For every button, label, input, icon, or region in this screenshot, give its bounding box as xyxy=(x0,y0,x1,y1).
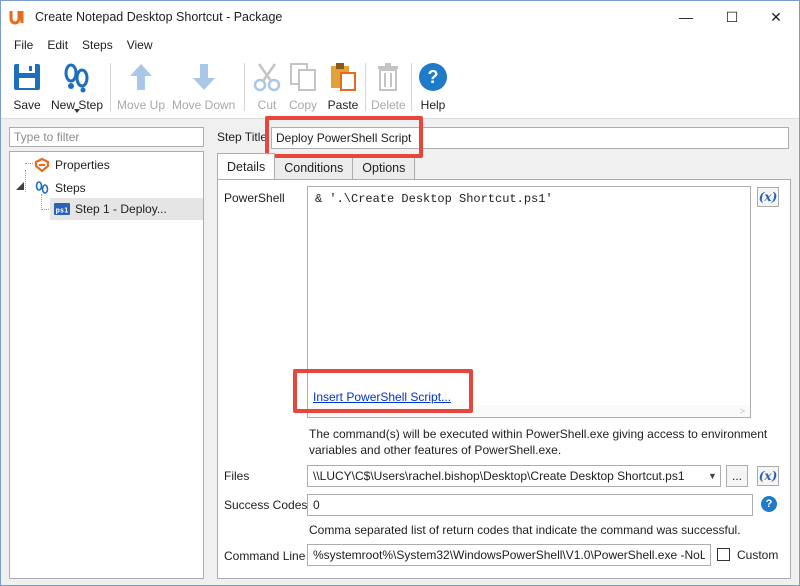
move-down-button[interactable]: Move Down xyxy=(172,61,235,117)
footprints-icon xyxy=(35,181,49,194)
delete-button[interactable]: Delete xyxy=(371,61,406,117)
command-line-input[interactable] xyxy=(307,544,711,566)
custom-label: Custom xyxy=(737,548,779,562)
new-step-dropdown-arrow-icon[interactable] xyxy=(74,109,80,113)
files-variable-button[interactable]: (x) xyxy=(757,466,779,486)
save-label: Save xyxy=(13,98,41,112)
arrow-down-icon xyxy=(192,64,215,90)
save-button[interactable]: Save xyxy=(11,61,43,117)
svg-text:?: ? xyxy=(428,67,439,87)
help-icon: ? xyxy=(419,63,447,91)
tree-item-step-1[interactable]: ps1 Step 1 - Deploy... xyxy=(54,199,167,219)
menu-file[interactable]: File xyxy=(7,38,40,52)
browse-button[interactable]: ... xyxy=(726,465,748,487)
properties-icon xyxy=(34,157,50,173)
delete-label: Delete xyxy=(371,98,406,112)
success-codes-label: Success Codes xyxy=(224,498,308,512)
question-help-icon[interactable]: ? xyxy=(761,496,777,512)
powershell-help-line-1: The command(s) will be executed within P… xyxy=(309,427,768,441)
paste-button[interactable]: Paste xyxy=(327,61,359,117)
scissors-icon xyxy=(253,63,281,92)
files-combobox[interactable]: \\LUCY\C$\Users\rachel.bishop\Desktop\Cr… xyxy=(307,465,721,487)
step-tree: Properties Steps ps1 Step 1 - Deploy... xyxy=(9,151,204,579)
paste-icon xyxy=(331,63,356,91)
files-value: \\LUCY\C$\Users\rachel.bishop\Desktop\Cr… xyxy=(313,469,685,483)
tree-label-properties: Properties xyxy=(55,158,110,172)
close-button[interactable]: ✕ xyxy=(753,1,799,33)
tree-connector xyxy=(25,170,26,192)
app-logo-icon xyxy=(9,11,24,25)
files-label: Files xyxy=(224,469,250,483)
move-up-button[interactable]: Move Up xyxy=(117,61,165,117)
powershell-help-line-2: variables and other features of PowerShe… xyxy=(309,443,562,457)
cut-button[interactable]: Cut xyxy=(251,61,283,117)
move-up-label: Move Up xyxy=(117,98,166,112)
powershell-help-text: The command(s) will be executed within P… xyxy=(309,426,779,458)
help-label: Help xyxy=(420,98,446,112)
copy-label: Copy xyxy=(288,98,317,112)
tab-details[interactable]: Details xyxy=(217,153,276,179)
powershell-label: PowerShell xyxy=(224,191,285,205)
help-button[interactable]: ? Help xyxy=(417,61,449,117)
expand-collapse-icon[interactable] xyxy=(16,182,24,190)
svg-text:ps1: ps1 xyxy=(56,207,69,215)
tab-strip: Details Conditions Options xyxy=(217,153,416,179)
powershell-code[interactable]: & '.\Create Desktop Shortcut.ps1' xyxy=(315,192,553,206)
arrow-up-icon xyxy=(130,64,153,90)
title-bar: Create Notepad Desktop Shortcut - Packag… xyxy=(1,1,799,33)
menu-bar: File Edit Steps View xyxy=(1,33,799,57)
copy-icon xyxy=(290,63,316,91)
highlight-insert-link xyxy=(293,369,473,413)
move-down-label: Move Down xyxy=(172,98,236,112)
trash-icon xyxy=(378,63,399,91)
minimize-button[interactable]: — xyxy=(663,1,709,33)
tree-item-steps[interactable]: Steps xyxy=(34,178,86,198)
filter-input[interactable] xyxy=(9,127,204,147)
tree-item-properties[interactable]: Properties xyxy=(34,155,110,175)
tree-label-step-1: Step 1 - Deploy... xyxy=(75,202,167,216)
window-title: Create Notepad Desktop Shortcut - Packag… xyxy=(35,10,283,24)
footprints-icon xyxy=(64,63,89,93)
maximize-button[interactable]: ☐ xyxy=(709,1,755,33)
toolbar-separator xyxy=(110,63,111,111)
menu-edit[interactable]: Edit xyxy=(40,38,75,52)
toolbar-separator xyxy=(411,63,412,111)
success-codes-help: Comma separated list of return codes tha… xyxy=(309,523,741,537)
menu-view[interactable]: View xyxy=(120,38,160,52)
highlight-step-title xyxy=(265,116,423,158)
insert-variable-button[interactable]: (x) xyxy=(757,187,779,207)
tree-label-steps: Steps xyxy=(55,181,86,195)
cut-label: Cut xyxy=(257,98,277,112)
toolbar: Save New Step Move Up Move Down Cut Copy… xyxy=(1,57,799,119)
tab-options[interactable]: Options xyxy=(352,155,416,179)
tree-connector xyxy=(25,163,33,164)
paste-label: Paste xyxy=(327,98,359,112)
app-window: Create Notepad Desktop Shortcut - Packag… xyxy=(0,0,800,586)
save-icon xyxy=(14,64,40,90)
step-title-label: Step Title xyxy=(217,130,268,144)
command-line-label: Command Line xyxy=(224,549,306,563)
chevron-down-icon[interactable]: ▼ xyxy=(704,466,720,486)
toolbar-separator xyxy=(365,63,366,111)
success-codes-input[interactable] xyxy=(307,494,753,516)
toolbar-separator xyxy=(244,63,245,111)
copy-button[interactable]: Copy xyxy=(287,61,319,117)
scroll-right-icon[interactable]: > xyxy=(740,406,745,416)
custom-checkbox[interactable] xyxy=(717,548,730,561)
menu-steps[interactable]: Steps xyxy=(75,38,120,52)
powershell-icon: ps1 xyxy=(54,203,70,215)
tab-conditions[interactable]: Conditions xyxy=(274,155,354,179)
